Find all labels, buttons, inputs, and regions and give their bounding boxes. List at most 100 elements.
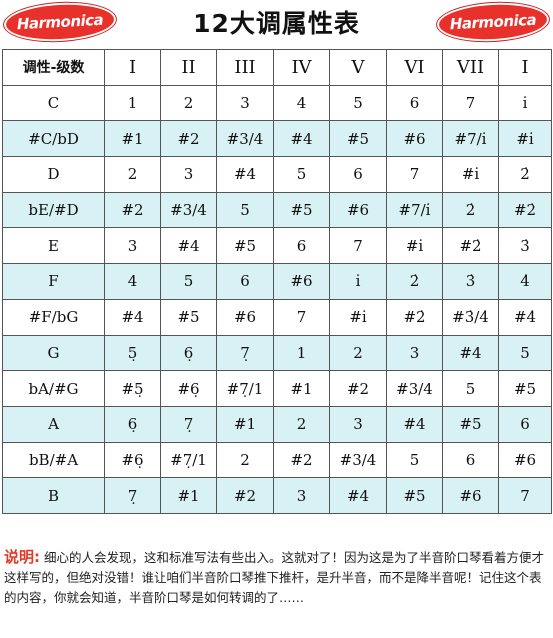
degree-cell: 7̣ — [216, 334, 274, 372]
degree-cell: 6 — [329, 156, 387, 193]
degree-cell: 7 — [273, 298, 330, 336]
key-cell: A — [2, 405, 105, 443]
degree-cell: #6 — [273, 263, 330, 300]
degree-cell: #5 — [160, 298, 217, 336]
column-header: IV — [273, 49, 330, 86]
degree-cell: #7/i̇ — [386, 191, 443, 229]
degree-cell: 2 — [104, 156, 161, 193]
degree-cell: 3 — [104, 227, 161, 265]
key-cell: D — [2, 156, 105, 193]
key-cell: #C/bD — [2, 120, 105, 158]
degree-cell: #i̇ — [442, 156, 499, 193]
degree-cell: 3 — [386, 334, 443, 372]
degree-cell: #7/i̇ — [442, 120, 499, 158]
degree-cell: 4 — [273, 84, 330, 122]
degree-cell: 2 — [273, 405, 330, 443]
degree-cell: 4̇ — [498, 263, 552, 300]
degree-cell: 2 — [216, 441, 274, 479]
degree-cell: 3̇ — [498, 227, 552, 265]
key-degree-table: 调性-级数 I II III IV V VI VII I C 1 2 3 4 5 6 7 i̇ #… — [2, 49, 552, 514]
logo-right-text: Harmonica — [449, 10, 537, 34]
degree-cell: 5 — [216, 191, 274, 229]
key-cell: F — [2, 263, 105, 300]
degree-cell: #i̇ — [386, 227, 443, 265]
degree-cell: #i̇ — [498, 120, 552, 158]
degree-cell: #3̇/4̇ — [442, 298, 499, 336]
degree-cell: #2̇ — [498, 191, 552, 229]
degree-cell: 6 — [216, 263, 274, 300]
table-row: G 5̣ 6̣ 7̣ 1 2 3 #4 5 — [2, 334, 552, 372]
degree-cell: #3/4 — [329, 441, 387, 479]
degree-cell: #3/4 — [160, 191, 217, 229]
degree-cell: #1 — [273, 370, 330, 407]
degree-cell: #4 — [442, 334, 499, 372]
degree-cell: 1 — [104, 84, 161, 122]
key-cell: bB/#A — [2, 441, 105, 479]
degree-cell: 3̇ — [442, 263, 499, 300]
degree-cell: i̇ — [498, 84, 552, 122]
degree-cell: 7 — [498, 477, 552, 514]
key-cell: bA/#G — [2, 370, 105, 407]
degree-cell: 5̣ — [104, 334, 161, 372]
degree-cell: #1 — [104, 120, 161, 158]
degree-cell: #2̇ — [386, 298, 443, 336]
degree-cell: #5 — [216, 227, 274, 265]
table-row: bA/#G #5̣ #6̣ #7̣/1 #1 #2 #3/4 5 #5 — [2, 370, 552, 407]
degree-cell: 4 — [104, 263, 161, 300]
column-header: III — [216, 49, 274, 86]
degree-cell: #3/4 — [386, 370, 443, 407]
degree-cell: #7̣/1 — [216, 370, 274, 407]
column-header: I — [104, 49, 161, 86]
degree-cell: #4 — [104, 298, 161, 336]
column-header: VII — [442, 49, 499, 86]
degree-cell: #2 — [273, 441, 330, 479]
key-cell: B — [2, 477, 105, 514]
degree-cell: #5 — [386, 477, 443, 514]
degree-cell: 2̇ — [386, 263, 443, 300]
degree-cell: #5̣ — [104, 370, 161, 407]
table-row: A 6̣ 7̣ #1 2 3 #4 #5 6 — [2, 405, 552, 443]
column-header: I — [498, 49, 552, 86]
key-cell: bE/#D — [2, 191, 105, 229]
degree-cell: i̇ — [329, 263, 387, 300]
degree-cell: #2 — [160, 120, 217, 158]
key-cell: #F/bG — [2, 298, 105, 336]
column-header: II — [160, 49, 217, 86]
degree-cell: #4̇ — [498, 298, 552, 336]
degree-cell: 6 — [498, 405, 552, 443]
table-row: D 2 3 #4 5 6 7 #i̇ 2̇ — [2, 156, 552, 193]
degree-cell: 2̇ — [442, 191, 499, 229]
degree-cell: #7̣/1 — [160, 441, 217, 479]
degree-cell: #6 — [386, 120, 443, 158]
degree-cell: 5 — [498, 334, 552, 372]
degree-cell: #4 — [386, 405, 443, 443]
degree-cell: 7̣ — [160, 405, 217, 443]
degree-cell: 5 — [329, 84, 387, 122]
degree-cell: #5 — [329, 120, 387, 158]
explanation-note: 说明: 细心的人会发现，这和标准写法有些出入。这就对了！因为这是为了半音阶口琴看… — [4, 547, 549, 635]
note-label: 说明: — [4, 548, 40, 566]
degree-cell: 6 — [386, 84, 443, 122]
degree-cell: #6 — [498, 441, 552, 479]
degree-cell: 2 — [329, 334, 387, 372]
degree-cell: 5 — [160, 263, 217, 300]
degree-cell: 5 — [442, 370, 499, 407]
table-row: #F/bG #4 #5 #6 7 #i̇ #2̇ #3̇/4̇ #4̇ — [2, 298, 552, 336]
degree-cell: #5 — [498, 370, 552, 407]
table-row: C 1 2 3 4 5 6 7 i̇ — [2, 84, 552, 122]
degree-cell: #4 — [273, 120, 330, 158]
degree-cell: 6 — [442, 441, 499, 479]
table-row: B 7̣ #1 #2 3 #4 #5 #6 7 — [2, 477, 552, 514]
table-row: bB/#A #6̣ #7̣/1 2 #2 #3/4 5 6 #6 — [2, 441, 552, 479]
degree-cell: #2̇ — [442, 227, 499, 265]
degree-cell: 3 — [216, 84, 274, 122]
degree-cell: #2 — [104, 191, 161, 229]
degree-cell: 6̣ — [104, 405, 161, 443]
degree-cell: 6 — [273, 227, 330, 265]
header: Harmonica 12大调属性表 Harmonica — [0, 0, 553, 46]
note-text: 细心的人会发现，这和标准写法有些出入。这就对了！因为这是为了半音阶口琴看着方便才… — [4, 550, 544, 605]
column-header: VI — [386, 49, 443, 86]
degree-cell: 3 — [273, 477, 330, 514]
degree-cell: #i̇ — [329, 298, 387, 336]
degree-cell: 1 — [273, 334, 330, 372]
